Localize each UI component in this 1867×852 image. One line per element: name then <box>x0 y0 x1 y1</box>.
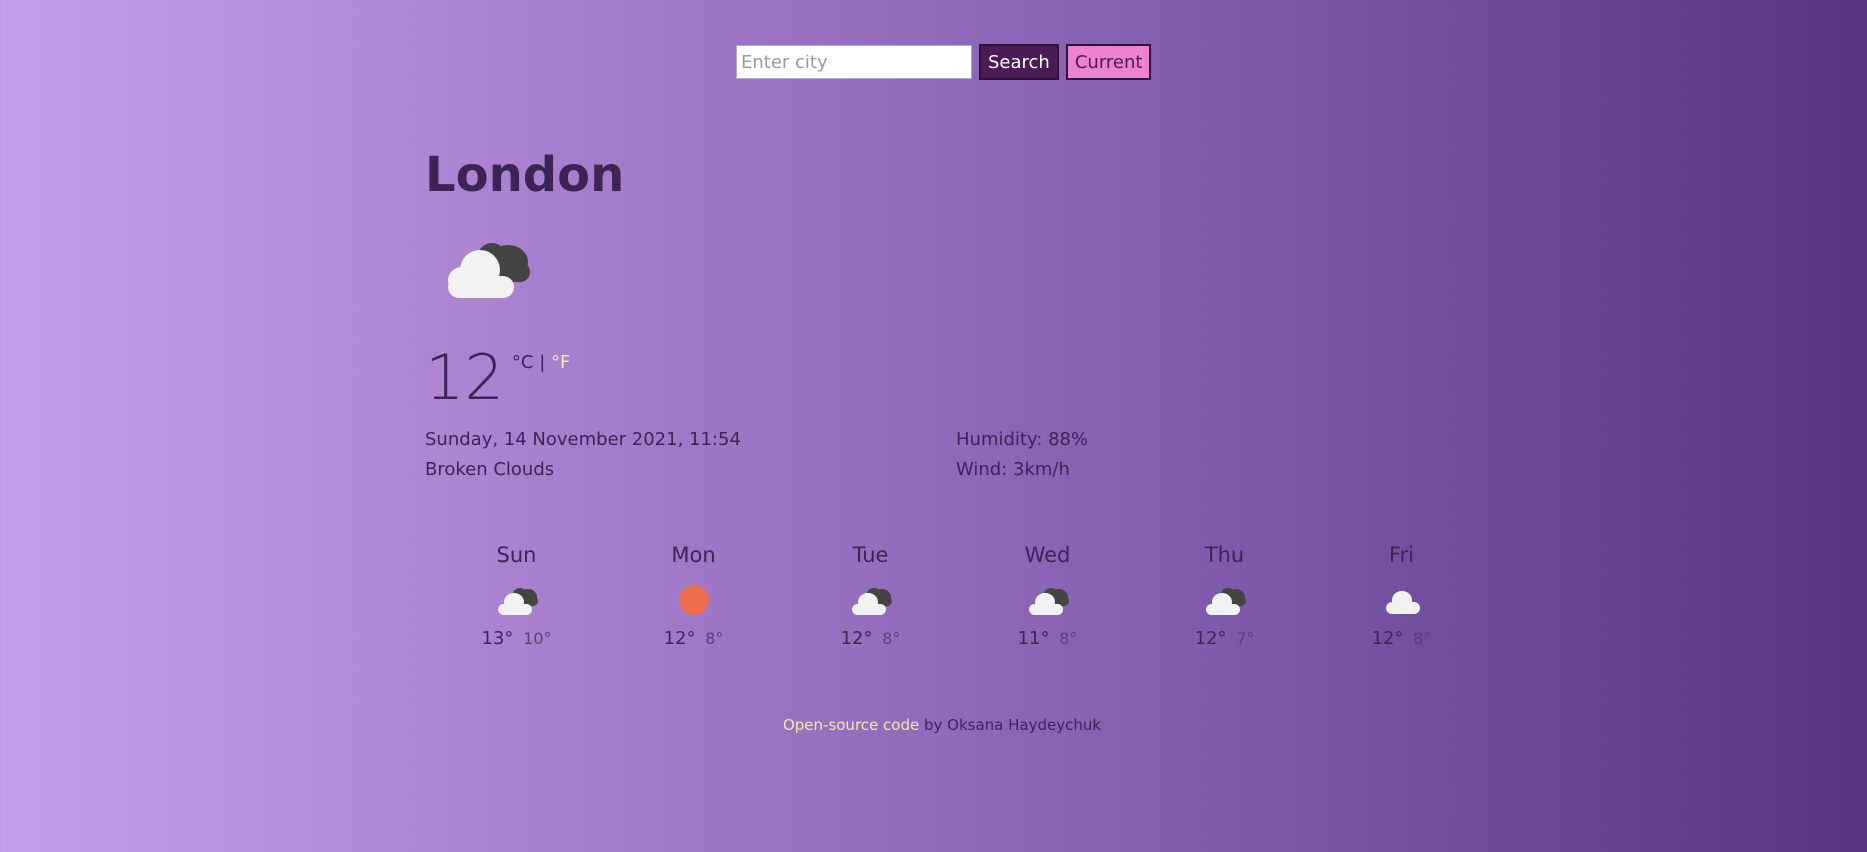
current-temperature: 12 <box>425 341 504 414</box>
city-search-input[interactable] <box>736 45 972 79</box>
forecast-temps: 12° 8° <box>1313 628 1490 649</box>
forecast-day: Thu 12° 7° <box>1136 540 1313 649</box>
forecast-day-name: Fri <box>1388 543 1415 567</box>
forecast-max: 13° <box>481 628 514 649</box>
forecast-day: Wed 11° 8° <box>959 540 1136 649</box>
broken-clouds-icon <box>851 588 892 615</box>
sun-icon <box>678 585 709 615</box>
forecast-temps: 11° 8° <box>959 628 1136 649</box>
broken-clouds-icon <box>497 588 538 615</box>
current-location-button[interactable]: Current <box>1065 44 1152 80</box>
forecast-temps: 12° 8° <box>782 628 959 649</box>
forecast-max: 11° <box>1017 628 1050 649</box>
forecast-temps: 13° 10° <box>428 628 605 649</box>
unit-separator: | <box>539 352 546 373</box>
forecast-min: 8° <box>1059 629 1078 648</box>
forecast-day-name: Thu <box>1204 543 1245 567</box>
forecast-day-name: Wed <box>1024 543 1071 567</box>
broken-clouds-icon <box>1205 588 1246 615</box>
weather-details-right: Humidity: 88% Wind: 3km/h <box>956 425 1088 485</box>
forecast-max: 12° <box>1194 628 1227 649</box>
forecast-day-name: Sun <box>496 543 537 567</box>
humidity: Humidity: 88% <box>956 429 1089 450</box>
search-button[interactable]: Search <box>979 44 1059 80</box>
forecast-min: 8° <box>705 629 724 648</box>
forecast: Sun 13° 10° Mon 12° 8° Tue 12° 8° Wed 11… <box>428 540 1490 649</box>
footer-author: by Oksana Haydeychuk <box>919 716 1102 734</box>
broken-clouds-icon <box>448 243 530 298</box>
forecast-min: 8° <box>1413 629 1432 648</box>
forecast-min: 8° <box>882 629 901 648</box>
forecast-day-name: Mon <box>671 543 716 567</box>
footer: Open-source code by Oksana Haydeychuk <box>0 716 1867 734</box>
unit-toggle: °C | °F <box>512 352 570 373</box>
broken-clouds-icon <box>1028 588 1069 615</box>
open-source-link[interactable]: Open-source code <box>783 716 919 734</box>
cloud-icon <box>1385 591 1420 614</box>
forecast-day: Mon 12° 8° <box>605 540 782 649</box>
forecast-day-name: Tue <box>852 543 889 567</box>
forecast-max: 12° <box>1371 628 1404 649</box>
celsius-link[interactable]: °C <box>512 352 534 373</box>
forecast-day: Fri 12° 8° <box>1313 540 1490 649</box>
forecast-temps: 12° 8° <box>605 628 782 649</box>
forecast-min: 7° <box>1236 629 1255 648</box>
forecast-day: Tue 12° 8° <box>782 540 959 649</box>
fahrenheit-link[interactable]: °F <box>551 352 570 373</box>
forecast-max: 12° <box>663 628 696 649</box>
forecast-min: 10° <box>523 629 552 648</box>
forecast-day: Sun 13° 10° <box>428 540 605 649</box>
wind: Wind: 3km/h <box>956 459 1070 480</box>
forecast-temps: 12° 7° <box>1136 628 1313 649</box>
current-temperature-block: 12 °C | °F <box>425 342 570 414</box>
city-name: London <box>425 147 625 203</box>
forecast-max: 12° <box>840 628 873 649</box>
search-form: Search Current <box>736 44 1152 80</box>
